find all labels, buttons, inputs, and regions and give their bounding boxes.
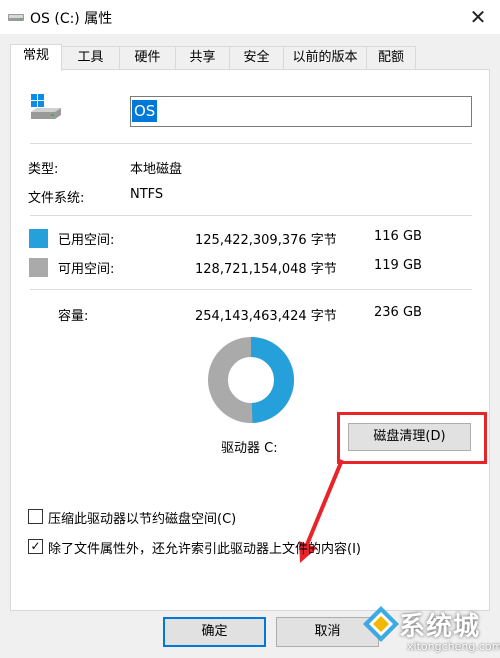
tab-bar: 常规 工具 硬件 共享 安全 以前的版本 配额 bbox=[10, 44, 490, 71]
free-space-swatch bbox=[29, 258, 48, 277]
compress-label: 压缩此驱动器以节约磁盘空间(C) bbox=[48, 512, 237, 527]
drive-name-text: OS bbox=[132, 100, 158, 122]
tab-general[interactable]: 常规 bbox=[10, 44, 62, 71]
capacity-gb: 236 GB bbox=[374, 305, 422, 320]
used-space-swatch bbox=[29, 229, 48, 248]
used-space-gb: 116 GB bbox=[374, 229, 422, 244]
free-space-label: 可用空间: bbox=[58, 262, 115, 277]
drive-letter-label: 驱动器 C: bbox=[221, 441, 278, 456]
watermark-logo-icon bbox=[363, 606, 399, 642]
drive-name-input[interactable]: OS bbox=[130, 96, 472, 127]
type-label: 类型: bbox=[28, 162, 59, 177]
window-title: OS (C:) 属性 bbox=[30, 11, 113, 27]
filesystem-label: 文件系统: bbox=[28, 191, 85, 206]
divider bbox=[30, 289, 472, 290]
usage-donut-chart bbox=[208, 337, 294, 423]
tab-security[interactable]: 安全 bbox=[229, 46, 284, 70]
tab-sharing[interactable]: 共享 bbox=[175, 46, 230, 70]
free-space-gb: 119 GB bbox=[374, 258, 422, 273]
type-value: 本地磁盘 bbox=[130, 162, 183, 177]
used-space-bytes: 125,422,309,376 字节 bbox=[195, 233, 337, 248]
close-icon: ✕ bbox=[469, 5, 487, 29]
watermark: 系统城 xitongcheng.com bbox=[355, 598, 500, 658]
close-button[interactable]: ✕ bbox=[466, 5, 490, 29]
title-bar: OS (C:) 属性 ✕ bbox=[0, 0, 500, 34]
tab-quota[interactable]: 配额 bbox=[366, 46, 416, 70]
index-checkbox[interactable]: ✓ bbox=[28, 539, 43, 554]
watermark-text: 系统城 bbox=[399, 612, 481, 642]
capacity-label: 容量: bbox=[58, 309, 89, 324]
tab-hardware[interactable]: 硬件 bbox=[119, 46, 176, 70]
index-label: 除了文件属性外，还允许索引此驱动器上文件的内容(I) bbox=[48, 542, 361, 557]
capacity-bytes: 254,143,463,424 字节 bbox=[195, 309, 337, 324]
ok-button[interactable]: 确定 bbox=[163, 617, 266, 647]
filesystem-value: NTFS bbox=[130, 187, 164, 202]
divider bbox=[30, 143, 472, 144]
tab-tools[interactable]: 工具 bbox=[61, 46, 120, 70]
drive-large-icon bbox=[31, 94, 61, 119]
used-space-label: 已用空间: bbox=[58, 233, 115, 248]
compress-checkbox[interactable] bbox=[28, 509, 43, 524]
free-space-bytes: 128,721,154,048 字节 bbox=[195, 262, 337, 277]
drive-icon bbox=[8, 14, 24, 21]
watermark-url: xitongcheng.com bbox=[407, 640, 500, 653]
tab-previous-versions[interactable]: 以前的版本 bbox=[283, 46, 367, 70]
divider bbox=[30, 215, 472, 216]
